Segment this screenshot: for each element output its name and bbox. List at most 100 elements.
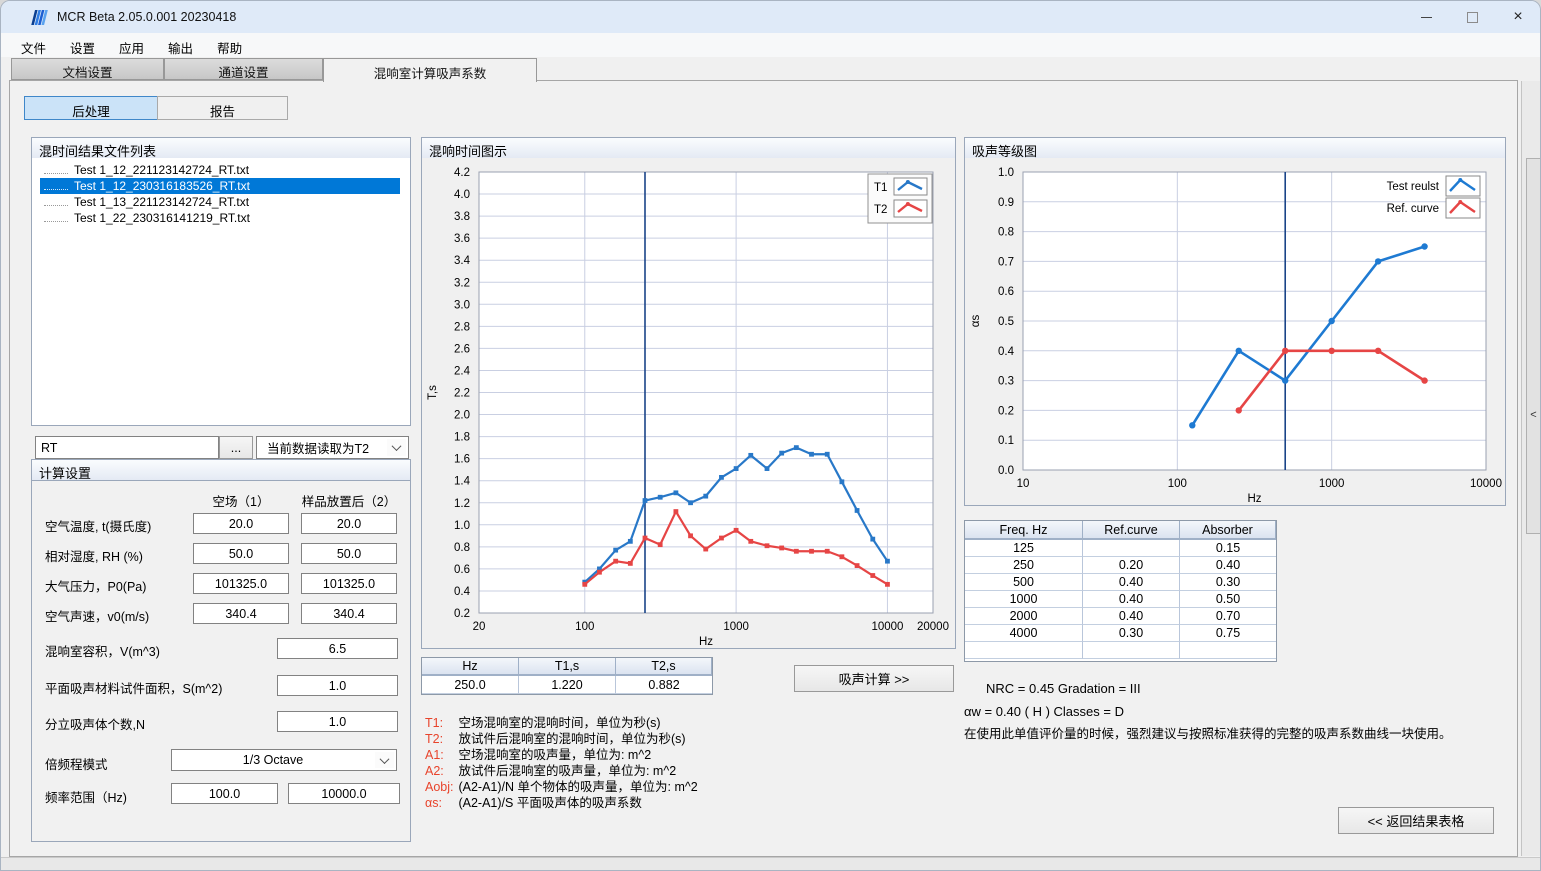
tab-1[interactable]: 文档设置 [11,58,164,80]
table-header-cell: T2,s [616,658,712,676]
svg-text:10000: 10000 [871,621,903,633]
definitions-block: T1: 空场混响室的混响时间，单位为秒(s)T2: 放试件后混响室的混响时间，单… [425,712,698,808]
tree-leader-icon [44,221,68,222]
svg-text:1.2: 1.2 [454,498,470,510]
absorption-grade-chart[interactable]: 0.00.10.20.30.40.50.60.70.80.91.01010010… [964,158,1506,506]
data-read-dropdown-value: 当前数据读取为T2 [257,437,386,458]
svg-text:0.7: 0.7 [998,256,1014,268]
svg-text:1.4: 1.4 [454,476,471,488]
table-row: 5000.400.30 [965,574,1276,591]
nrc-result: NRC = 0.45 Gradation = III [986,681,1141,696]
table-header-row: HzT1,sT2,s [422,658,712,676]
svg-text:0.4: 0.4 [998,346,1015,358]
table-header-cell: Hz [422,658,519,676]
rt-chart[interactable]: 0.20.40.60.81.01.21.41.61.82.02.22.42.62… [421,158,956,649]
calc-row-label: 空气声速，v0(m/s) [45,606,149,625]
minimize-button[interactable] [1403,1,1449,33]
svg-text:1.6: 1.6 [454,454,470,466]
calc-input[interactable] [301,543,397,564]
file-list-item[interactable]: Test 1_12_221123142724_RT.txt [40,162,400,178]
collapse-arrow-icon: < [1527,409,1540,421]
maximize-button[interactable] [1449,1,1495,33]
calc-input[interactable] [277,711,398,732]
definition-term: αs: [425,796,455,810]
file-name: Test 1_12_230316183526_RT.txt [74,179,250,193]
svg-text:0.5: 0.5 [998,316,1014,328]
svg-text:3.2: 3.2 [454,277,470,289]
menu-item-1[interactable]: 文件 [9,33,58,57]
svg-text:1000: 1000 [723,621,749,633]
table-cell: 0.20 [1083,557,1180,574]
maximize-icon [1467,12,1478,23]
chevron-down-icon [387,439,406,456]
calc-input[interactable] [301,603,397,624]
svg-text:1.0: 1.0 [454,520,470,532]
file-list-item[interactable]: Test 1_12_230316183526_RT.txt [40,178,400,194]
file-list-item[interactable]: Test 1_22_230316141219_RT.txt [40,210,400,226]
definition-line: A2: 放试件后混响室的吸声量，单位为: m^2 [425,760,698,776]
menu-item-3[interactable]: 应用 [107,33,156,57]
calc-input[interactable] [193,603,289,624]
octave-mode-value: 1/3 Octave [172,750,374,770]
svg-text:0.2: 0.2 [454,608,470,620]
svg-text:20: 20 [473,621,486,633]
menu-item-5[interactable]: 帮助 [205,33,254,57]
table-cell: 250.0 [422,676,519,694]
table-header-cell: T1,s [519,658,616,676]
tab-2[interactable]: 通道设置 [164,58,323,80]
calc-input[interactable] [301,573,397,594]
table-cell: 0.882 [616,676,712,694]
definition-line: T2: 放试件后混响室的混响时间，单位为秒(s) [425,728,698,744]
svg-text:0.8: 0.8 [454,542,470,554]
subtab-2[interactable]: 报告 [157,96,288,120]
rt-value-table: HzT1,sT2,s250.01.2200.882 [421,657,713,695]
data-read-dropdown[interactable]: 当前数据读取为T2 [256,436,409,459]
close-button[interactable]: × [1495,1,1541,33]
calc-input[interactable] [193,573,289,594]
freq-max-input[interactable] [288,783,400,804]
octave-mode-dropdown[interactable]: 1/3 Octave [171,749,397,771]
svg-text:100: 100 [575,621,594,633]
back-to-results-button[interactable]: << 返回结果表格 [1338,807,1494,834]
panel-collapse-handle[interactable]: < [1526,158,1541,534]
subtab-1[interactable]: 后处理 [24,96,158,120]
rt-file-list[interactable]: Test 1_12_221123142724_RT.txtTest 1_12_2… [31,158,411,426]
calc-input[interactable] [193,513,289,534]
calc-row-label: 空气温度, t(摄氏度) [45,516,151,535]
menu-item-4[interactable]: 输出 [156,33,205,57]
absorption-calc-button[interactable]: 吸声计算 >> [794,665,954,692]
table-cell: 0.30 [1083,625,1180,642]
svg-text:Hz: Hz [1247,493,1261,504]
table-cell: 0.40 [1083,574,1180,591]
file-name: Test 1_13_221123142724_RT.txt [74,195,249,209]
browse-button[interactable]: ... [219,436,253,459]
svg-text:3.6: 3.6 [454,233,470,245]
rt-name-input[interactable] [35,436,219,459]
column-header-with-sample: 样品放置后（2） [296,491,402,510]
file-list-item[interactable]: Test 1_13_221123142724_RT.txt [40,194,400,210]
close-icon: × [1513,9,1522,25]
table-cell: 0.70 [1180,608,1276,625]
table-row: 250.01.2200.882 [422,676,712,694]
table-row: 20000.400.70 [965,608,1276,625]
calc-input[interactable] [193,543,289,564]
window-bottom-frame [1,857,1540,871]
tab-3[interactable]: 混响室计算吸声系数 [323,58,537,82]
svg-text:10000: 10000 [1470,478,1502,490]
svg-text:2.4: 2.4 [454,365,471,377]
table-header-row: Freq. HzRef.curveAbsorber [965,521,1276,540]
svg-text:3.4: 3.4 [454,255,471,267]
menu-item-2[interactable]: 设置 [58,33,107,57]
table-cell: 1000 [965,591,1083,608]
table-row: 1250.15 [965,540,1276,557]
calc-input[interactable] [277,675,398,696]
table-cell [1083,642,1180,659]
table-cell [1083,540,1180,557]
tree-leader-icon [44,189,68,190]
svg-text:2.8: 2.8 [454,321,470,333]
calc-input[interactable] [277,638,398,659]
svg-text:4.2: 4.2 [454,167,470,179]
svg-text:2.6: 2.6 [454,343,470,355]
freq-min-input[interactable] [171,783,278,804]
calc-input[interactable] [301,513,397,534]
